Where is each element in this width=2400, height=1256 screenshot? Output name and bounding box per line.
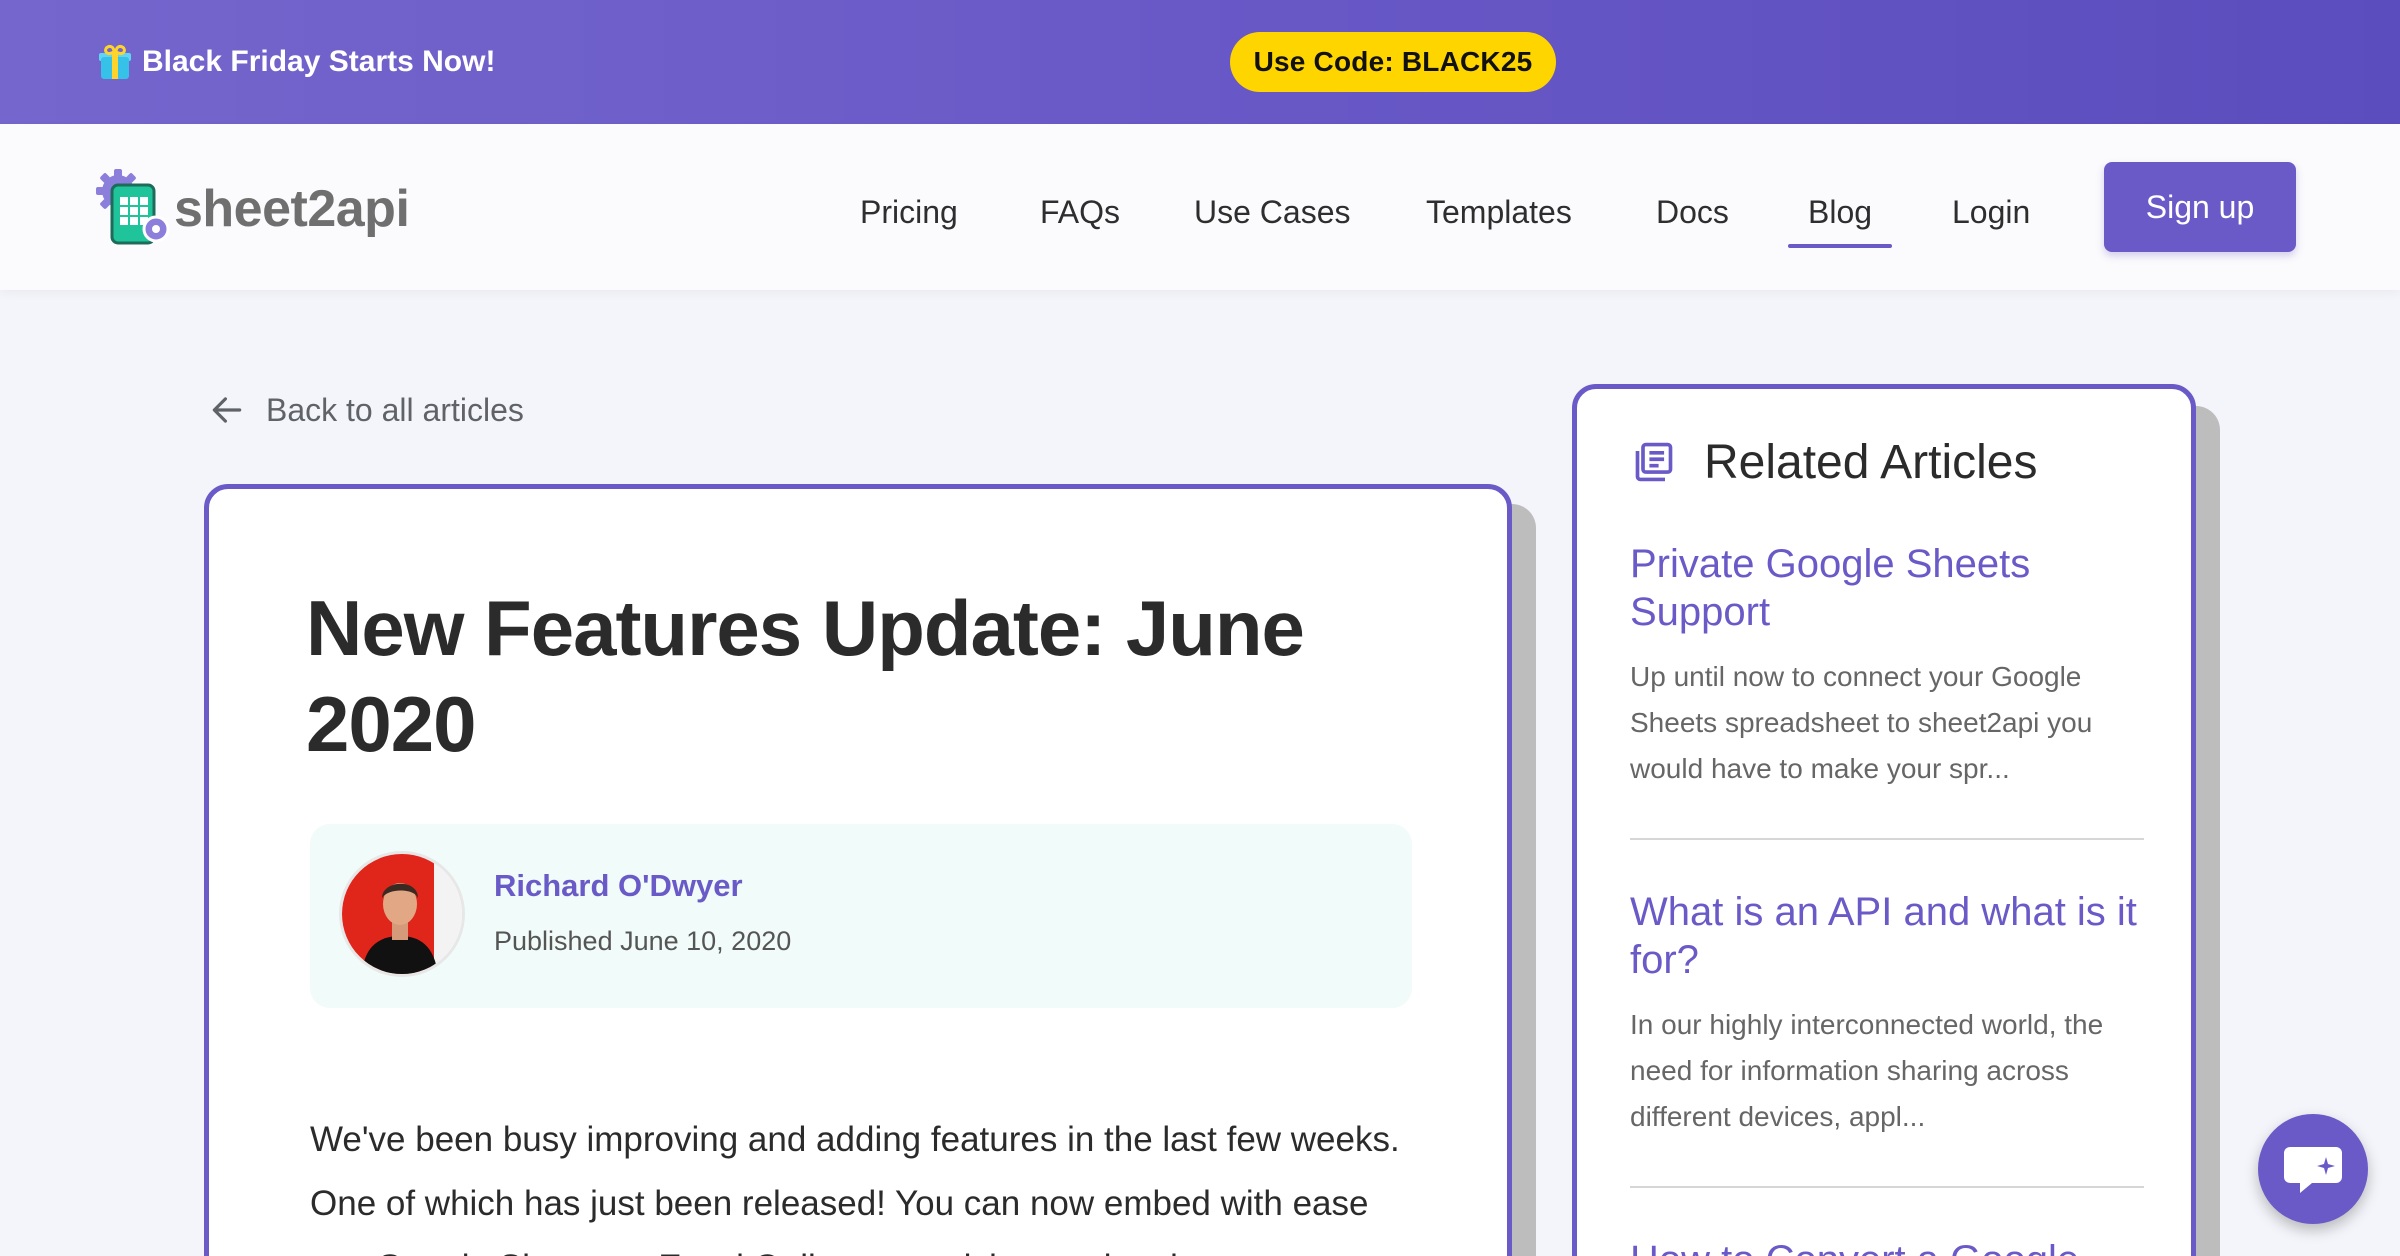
divider	[1630, 1186, 2144, 1188]
nav-login[interactable]: Login	[1952, 182, 2030, 242]
logo-text: sheet2api	[174, 180, 410, 238]
article-body: We've been busy improving and adding fea…	[310, 1108, 1430, 1256]
author-name[interactable]: Richard O'Dwyer	[494, 868, 743, 904]
article-title: New Features Update: June 2020	[306, 584, 1305, 768]
divider	[1630, 838, 2144, 840]
article-list-icon	[1635, 442, 1673, 482]
back-link[interactable]: Back to all articles	[208, 388, 524, 432]
promo-message: Black Friday Starts Now!	[98, 40, 495, 84]
logo[interactable]: sheet2api	[94, 164, 410, 254]
avatar	[342, 854, 462, 974]
nav-blog[interactable]: Blog	[1787, 182, 1893, 248]
site-header: sheet2api Pricing FAQs Use Cases Templat…	[0, 124, 2400, 290]
related-article-item[interactable]: Private Google Sheets Support Up until n…	[1630, 540, 2144, 792]
related-article-item[interactable]: What is an API and what is it for? In ou…	[1630, 888, 2144, 1140]
gift-icon	[98, 43, 132, 79]
chat-icon	[2284, 1147, 2342, 1193]
promo-banner: Black Friday Starts Now! Use Code: BLACK…	[0, 0, 2400, 124]
publish-date: Published June 10, 2020	[494, 926, 792, 956]
nav-use-cases[interactable]: Use Cases	[1194, 182, 1351, 242]
related-article-title[interactable]: Private Google Sheets Support	[1630, 540, 2144, 636]
promo-code-badge[interactable]: Use Code: BLACK25	[1230, 32, 1556, 92]
article-paragraph: We've been busy improving and adding fea…	[310, 1120, 1400, 1256]
related-title: Related Articles	[1704, 435, 2038, 489]
nav-templates[interactable]: Templates	[1426, 182, 1572, 242]
related-article-title[interactable]: What is an API and what is it for?	[1630, 888, 2144, 984]
related-article-excerpt: In our highly interconnected world, the …	[1630, 1009, 2104, 1132]
chat-widget-button[interactable]	[2258, 1114, 2368, 1224]
nav-faqs[interactable]: FAQs	[1040, 182, 1120, 242]
nav-pricing[interactable]: Pricing	[860, 182, 958, 242]
signup-button[interactable]: Sign up	[2104, 162, 2296, 252]
related-article-item[interactable]: How to Convert a Google	[1630, 1236, 2144, 1256]
logo-icon	[94, 167, 178, 251]
nav-docs[interactable]: Docs	[1656, 182, 1729, 242]
related-header: Related Articles	[1632, 432, 2038, 492]
arrow-left-icon	[212, 397, 242, 423]
author-box: Richard O'Dwyer Published June 10, 2020	[310, 824, 1412, 1008]
back-link-label: Back to all articles	[266, 391, 524, 428]
related-article-excerpt: Up until now to connect your Google Shee…	[1630, 661, 2093, 784]
promo-text: Black Friday Starts Now!	[142, 45, 496, 78]
related-article-title[interactable]: How to Convert a Google	[1630, 1236, 2144, 1256]
